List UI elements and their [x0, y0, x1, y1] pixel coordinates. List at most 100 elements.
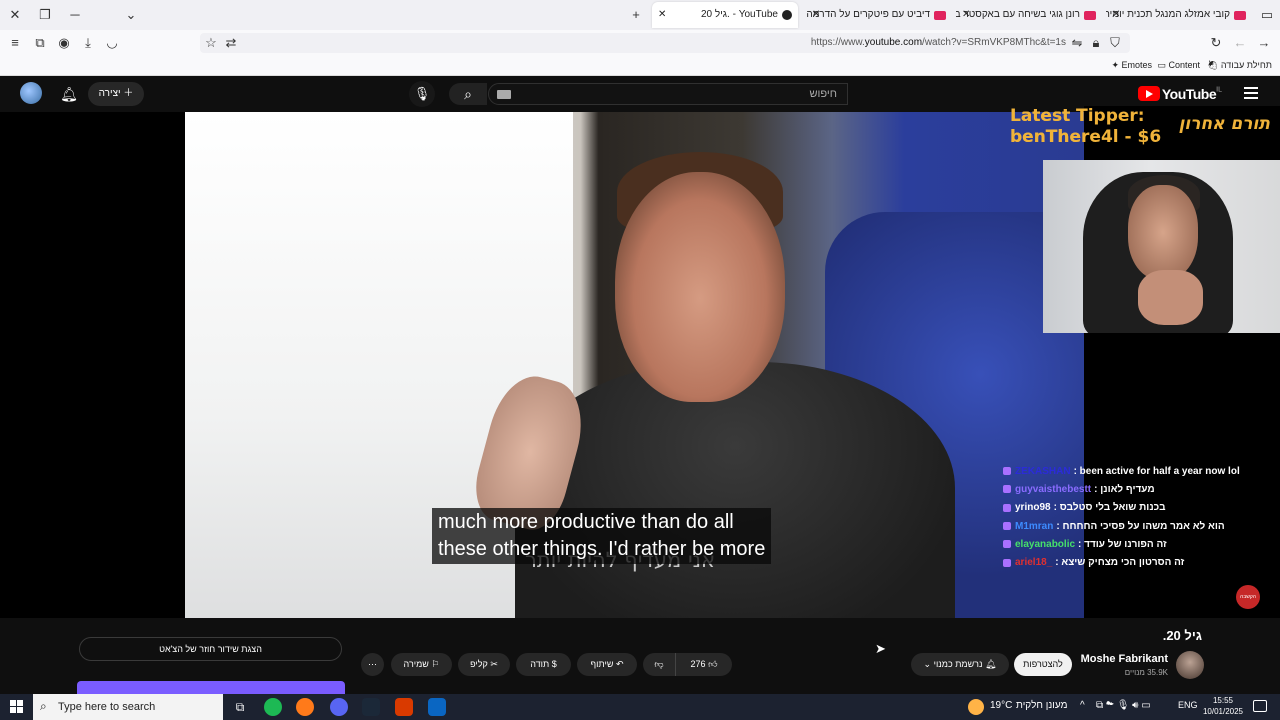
- chat-badge-icon: [1003, 558, 1011, 567]
- firefox-icon[interactable]: [296, 698, 314, 716]
- subscriber-count: 35.9K מנויים: [1124, 668, 1168, 677]
- menu-icon[interactable]: ≡: [6, 34, 24, 52]
- closed-caption: much more productive than do all these o…: [432, 508, 772, 564]
- weather-temp[interactable]: 19°C: [990, 700, 1012, 711]
- tipper-overlay-top: Latest Tipper: benThere4l - $6 תורם אחרון: [1010, 106, 1270, 160]
- mouse-cursor-icon: ➤: [875, 641, 886, 656]
- subscribed-button[interactable]: ⌄ נרשמת כמנוי 🔔︎: [911, 653, 1009, 676]
- webcam-face: [1128, 185, 1198, 280]
- restore-window-icon[interactable]: ❐: [36, 6, 54, 24]
- caption-line: these other things. I'd rather be more: [438, 538, 766, 560]
- dislike-button[interactable]: 👎︎: [643, 653, 676, 676]
- bell-icon: 🔔︎: [985, 659, 997, 669]
- like-button[interactable]: 276 👍︎: [676, 653, 732, 676]
- pocket-icon[interactable]: ◡: [103, 34, 121, 52]
- account-icon[interactable]: ◉: [55, 34, 73, 52]
- create-label: יצירה: [98, 88, 121, 99]
- chat-message: ariel18_: זה הסרטון הכי מצחיק שיצא: [1003, 553, 1243, 571]
- share-button[interactable]: שיתוף ↶: [577, 653, 637, 676]
- tray-chevron-icon[interactable]: ^: [1080, 700, 1085, 711]
- tab-favicon: [934, 11, 946, 20]
- webcam-hand: [1138, 270, 1203, 325]
- app-icon-blue[interactable]: [428, 698, 446, 716]
- bookmark-item[interactable]: ✦ Emotes: [1111, 60, 1152, 71]
- bookmarks-bar: 🍓︎ תחילת עבודה ▭ Content ✦ Emotes: [0, 56, 1280, 76]
- account-avatar[interactable]: [20, 82, 42, 104]
- browser-toolbar: ≡ ⧉ ◉ ⤓ ◡ ☆ ⇄ ⇋ 🔒︎ ⛉ ↻ ← →: [0, 30, 1280, 56]
- shield-icon[interactable]: ⛉: [1106, 34, 1124, 52]
- forward-icon[interactable]: ←: [1231, 34, 1249, 52]
- create-button[interactable]: יצירה ＋: [88, 82, 144, 106]
- search-button-icon[interactable]: ⌕: [449, 83, 487, 105]
- bookmark-item[interactable]: ▭ Content: [1157, 60, 1200, 71]
- back-icon[interactable]: →: [1255, 34, 1273, 52]
- join-button[interactable]: להצטרפות: [1014, 653, 1072, 676]
- tab-youtube-active[interactable]: ✕ גיל 20. - YouTube: [652, 2, 798, 28]
- streamer-webcam: [1043, 160, 1280, 333]
- notifications-bell-icon[interactable]: 🔔︎: [60, 85, 78, 103]
- tab-label: גיל 20. - YouTube: [701, 9, 778, 20]
- close-window-icon[interactable]: ✕: [6, 6, 24, 24]
- search-input[interactable]: [489, 84, 847, 104]
- tab-youtube-2[interactable]: ✕ רונן גוגי בשיחה עם באקסטר בלו: [956, 2, 1102, 28]
- reload-icon[interactable]: ↻: [1207, 34, 1225, 52]
- tab-close-icon[interactable]: ✕: [658, 2, 666, 28]
- input-language[interactable]: ENG: [1178, 700, 1198, 710]
- chat-username: M1mran: [1015, 520, 1054, 532]
- keyboard-icon[interactable]: [497, 90, 511, 99]
- minimize-window-icon[interactable]: ─: [66, 6, 84, 24]
- share-label: שיתוף: [590, 659, 614, 669]
- reader-view-icon[interactable]: ⇄: [222, 34, 240, 52]
- permissions-icon[interactable]: ⇋: [1068, 34, 1086, 52]
- youtube-wordmark: YouTube: [1161, 85, 1217, 102]
- taskbar-clock[interactable]: 15:55 10/01/2025: [1200, 695, 1246, 717]
- save-button[interactable]: שמירה ⚐: [391, 653, 452, 676]
- tab-label: רונן גוגי בשיחה עם באקסטר בלו: [956, 9, 1080, 20]
- channel-name[interactable]: Moshe Fabrikant: [1081, 653, 1168, 665]
- thanks-button[interactable]: תודה $: [516, 653, 571, 676]
- new-tab-plus-icon[interactable]: +: [627, 6, 645, 24]
- clip-button[interactable]: קליפ ✂: [458, 653, 510, 676]
- spotify-icon[interactable]: [264, 698, 282, 716]
- hamburger-menu-icon[interactable]: [1244, 87, 1258, 99]
- steam-icon[interactable]: [362, 698, 380, 716]
- notification-center-icon[interactable]: [1253, 700, 1267, 712]
- lock-icon[interactable]: 🔒︎: [1087, 34, 1105, 52]
- video-title: גיל 20.: [1162, 628, 1202, 643]
- person-body: [515, 362, 955, 618]
- more-actions-button[interactable]: ⋯: [361, 653, 384, 676]
- app-icon[interactable]: [395, 698, 413, 716]
- tipper-text-he-top: תורם אחרון: [1178, 114, 1270, 134]
- subscribed-label: נרשמת כמנוי: [933, 659, 983, 669]
- voice-search-mic-icon[interactable]: 🎙︎: [409, 81, 435, 107]
- show-chat-replay-button[interactable]: הצגת שידור חוזר של הצ'אט: [79, 637, 342, 661]
- weather-desc[interactable]: מעונן חלקית: [1016, 700, 1067, 711]
- downloads-icon[interactable]: ⤓: [79, 34, 97, 52]
- chat-username: elayanabolic: [1015, 538, 1076, 550]
- tab-youtube-3[interactable]: ✕ דיביט עם פיטקרים על הדרמה, כ: [806, 2, 952, 28]
- chat-badge-icon: [1003, 485, 1011, 494]
- discord-icon[interactable]: [330, 698, 348, 716]
- plus-icon: ＋: [123, 88, 134, 99]
- channel-avatar[interactable]: [1176, 651, 1204, 679]
- tab-list-chevron-icon[interactable]: ⌄: [122, 6, 140, 24]
- windows-start-icon[interactable]: [10, 700, 24, 714]
- search-field[interactable]: [488, 83, 848, 105]
- chat-message: M1mran: הוא לא אמר משהו על פסיכי החחחח: [1003, 517, 1243, 535]
- bookmark-star-icon[interactable]: ☆: [202, 34, 220, 52]
- url-text: https://www.youtube.com/watch?v=SRmVKP8M…: [810, 37, 1066, 48]
- tab-overview-icon[interactable]: ▭: [1258, 6, 1276, 24]
- tab-favicon: [1084, 11, 1096, 20]
- extensions-icon[interactable]: ⧉: [31, 34, 49, 52]
- like-count: 276: [690, 659, 706, 669]
- tab-youtube-1[interactable]: ✕ קובי אמזלג המנגל תכנית יומית כ: [1106, 2, 1252, 28]
- channel-watermark[interactable]: הקשבה: [1236, 585, 1260, 609]
- weather-icon[interactable]: [968, 699, 984, 715]
- tray-icons[interactable]: ⧉ ☁ 🎙︎ 🔊︎ ▭: [1096, 700, 1151, 711]
- tab-favicon: [782, 10, 792, 20]
- person-head: [615, 172, 785, 402]
- bookmark-item[interactable]: 🍓︎ תחילת עבודה: [1207, 60, 1272, 71]
- chat-username: ZEKASHAN: [1015, 465, 1071, 477]
- task-view-icon[interactable]: ⧉: [231, 698, 249, 716]
- youtube-logo[interactable]: YouTubeIL: [1137, 85, 1222, 103]
